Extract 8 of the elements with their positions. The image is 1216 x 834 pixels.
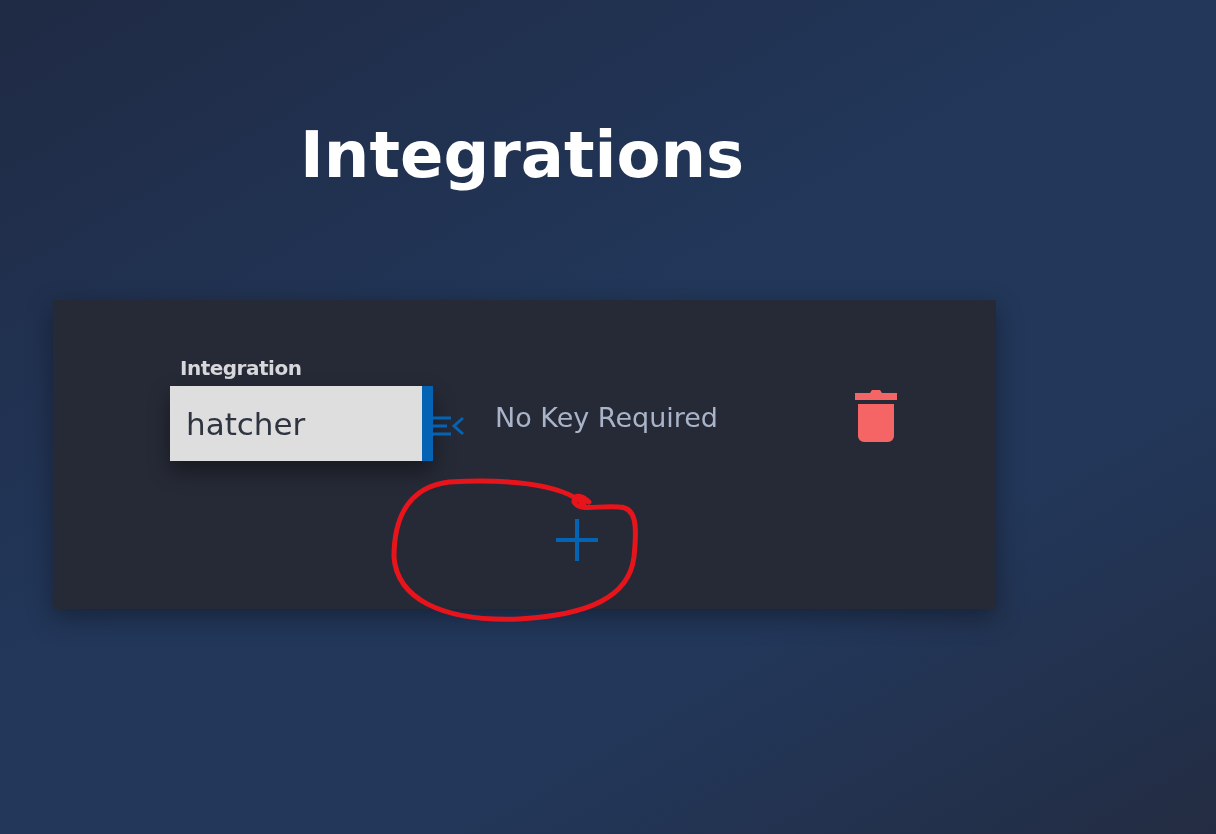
delete-button[interactable] bbox=[855, 389, 897, 442]
add-button[interactable] bbox=[556, 519, 598, 561]
key-status: No Key Required bbox=[495, 402, 719, 433]
trash-icon bbox=[855, 389, 897, 442]
plus-icon bbox=[556, 519, 598, 561]
integration-select[interactable]: hatcher bbox=[170, 386, 433, 461]
page-title: Integrations bbox=[300, 117, 745, 194]
field-label: Integration bbox=[180, 356, 303, 380]
